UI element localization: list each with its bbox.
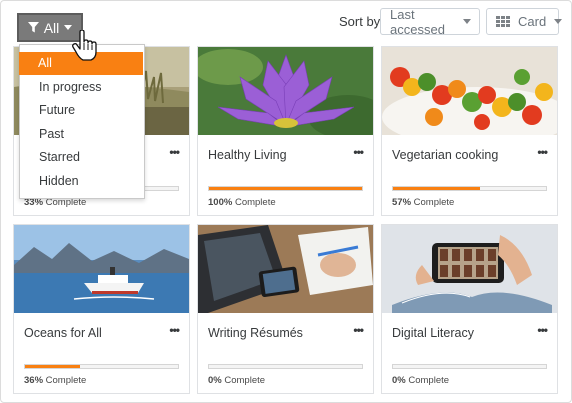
filter-option-starred[interactable]: Starred: [20, 146, 144, 169]
progress-text: 36% Complete: [24, 375, 86, 386]
progress-complete-label: Complete: [224, 375, 266, 386]
progress-bar: [392, 364, 547, 369]
progress-bar: [208, 186, 363, 191]
course-card[interactable]: Writing Résumés ••• 0% Complete: [197, 224, 374, 394]
course-menu-button[interactable]: •••: [169, 323, 180, 337]
course-image[interactable]: [198, 47, 373, 135]
progress-fill: [393, 187, 481, 190]
progress-percent: 100%: [208, 197, 233, 208]
course-title[interactable]: Healthy Living: [208, 148, 287, 162]
course-card[interactable]: Oceans for All ••• 36% Complete: [13, 224, 190, 394]
view-select-value: Card: [518, 14, 547, 29]
course-menu-button[interactable]: •••: [353, 145, 364, 159]
progress-complete-label: Complete: [45, 375, 87, 386]
filter-option-future[interactable]: Future: [20, 99, 144, 122]
course-card[interactable]: Digital Literacy ••• 0% Complete: [381, 224, 558, 394]
progress-text: 57% Complete: [392, 197, 454, 208]
progress-percent: 0%: [392, 375, 406, 386]
course-title[interactable]: Vegetarian cooking: [392, 148, 498, 162]
course-menu-button[interactable]: •••: [537, 323, 548, 337]
course-image[interactable]: [382, 225, 557, 313]
progress-bar: [24, 364, 179, 369]
course-title[interactable]: Oceans for All: [24, 326, 102, 340]
sort-select-value: Last accessed: [390, 6, 445, 37]
progress-fill: [209, 187, 362, 190]
course-card[interactable]: Vegetarian cooking ••• 57% Complete: [381, 46, 558, 216]
view-select[interactable]: Card: [486, 8, 563, 35]
sort-by-label: Sort by: [339, 14, 381, 29]
filter-option-past[interactable]: Past: [20, 123, 144, 146]
course-image[interactable]: [382, 47, 557, 135]
filter-menu: All In progress Future Past Starred Hidd…: [19, 44, 145, 199]
progress-percent: 0%: [208, 375, 222, 386]
progress-text: 0% Complete: [392, 375, 449, 386]
chevron-down-icon: [463, 19, 471, 24]
chevron-down-icon: [554, 19, 563, 24]
filter-option-in-progress[interactable]: In progress: [20, 76, 144, 99]
course-card[interactable]: Healthy Living ••• 100% Complete: [197, 46, 374, 216]
progress-text: 100% Complete: [208, 197, 276, 208]
progress-complete-label: Complete: [413, 197, 455, 208]
progress-complete-label: Complete: [234, 197, 276, 208]
progress-bar: [392, 186, 547, 191]
progress-complete-label: Complete: [408, 375, 450, 386]
progress-bar: [208, 364, 363, 369]
course-menu-button[interactable]: •••: [169, 145, 180, 159]
course-title[interactable]: Digital Literacy: [392, 326, 474, 340]
course-image[interactable]: [14, 225, 189, 313]
hand-pointer-icon: [72, 30, 97, 61]
course-title[interactable]: Writing Résumés: [208, 326, 303, 340]
course-image[interactable]: [198, 225, 373, 313]
progress-fill: [25, 365, 81, 368]
filter-dropdown-label: All: [43, 19, 60, 36]
progress-percent: 57%: [392, 197, 412, 208]
filter-option-hidden[interactable]: Hidden: [20, 170, 144, 193]
course-menu-button[interactable]: •••: [353, 323, 364, 337]
filter-icon: [27, 22, 39, 33]
grid-icon: [496, 16, 510, 27]
sort-select[interactable]: Last accessed: [380, 6, 480, 37]
progress-percent: 36%: [24, 375, 44, 386]
course-menu-button[interactable]: •••: [537, 145, 548, 159]
progress-text: 0% Complete: [208, 375, 265, 386]
